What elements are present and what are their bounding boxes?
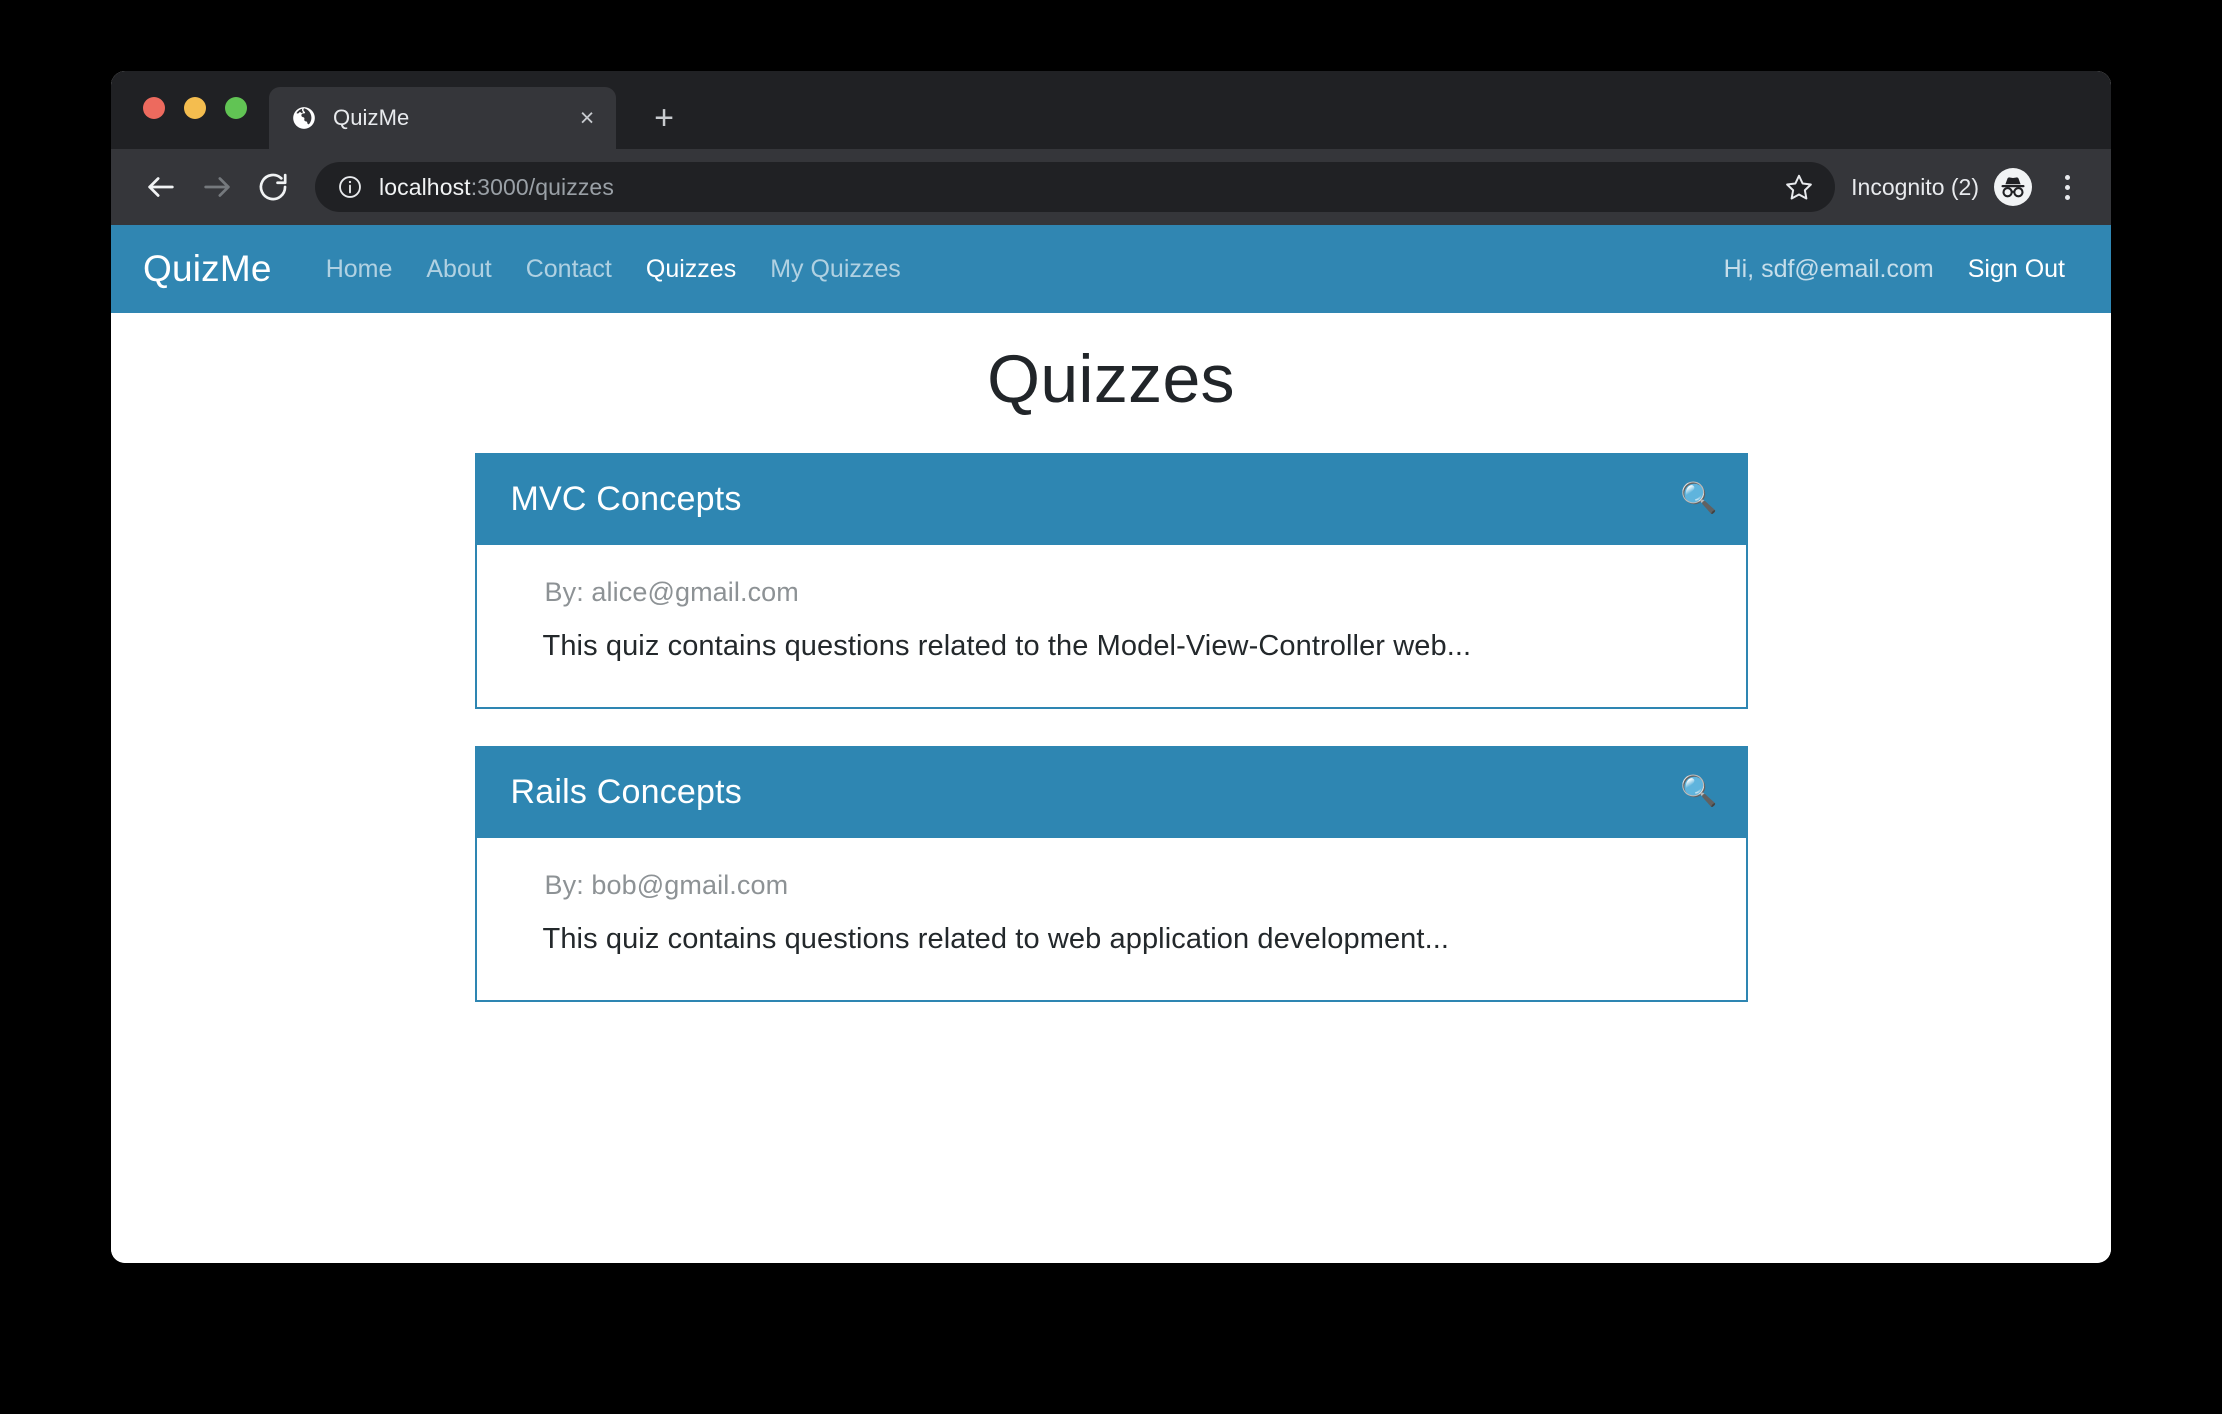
forward-button[interactable] xyxy=(189,159,245,215)
quiz-title: MVC Concepts xyxy=(510,479,742,518)
page-title: Quizzes xyxy=(987,341,1235,417)
quiz-card-body: By: alice@gmail.com This quiz contains q… xyxy=(477,545,1746,707)
back-arrow-icon xyxy=(148,177,174,197)
page-viewport: QuizMe Home About Contact Quizzes My Qui… xyxy=(111,225,2111,1263)
url-host: localhost xyxy=(379,173,471,200)
reload-icon xyxy=(259,173,287,201)
window-traffic-lights xyxy=(143,97,247,119)
quiz-card[interactable]: Rails Concepts 🔍 By: bob@gmail.com This … xyxy=(474,746,1748,1002)
profile-label[interactable]: Incognito (2) xyxy=(1851,174,1979,201)
brand-logo[interactable]: QuizMe xyxy=(143,248,272,290)
browser-menu-button[interactable] xyxy=(2045,165,2089,209)
browser-window: QuizMe × + localhost:3000/quizzes Incogn… xyxy=(111,71,2111,1263)
quiz-author: By: alice@gmail.com xyxy=(544,577,799,607)
nav-link-contact[interactable]: Contact xyxy=(509,255,629,284)
quiz-description: This quiz contains questions related to … xyxy=(542,630,1472,662)
reload-button[interactable] xyxy=(245,159,301,215)
browser-tab-title: QuizMe xyxy=(333,105,410,130)
nav-link-my-quizzes[interactable]: My Quizzes xyxy=(753,255,918,284)
address-bar[interactable]: localhost:3000/quizzes xyxy=(315,162,1836,212)
sign-out-link[interactable]: Sign Out xyxy=(1951,255,2077,284)
bookmark-button[interactable] xyxy=(1779,167,1819,207)
nav-link-home[interactable]: Home xyxy=(309,255,410,284)
close-tab-button[interactable]: × xyxy=(572,103,602,133)
close-window-button[interactable] xyxy=(143,97,165,119)
browser-toolbar: localhost:3000/quizzes Incognito (2) xyxy=(111,149,2111,225)
nav-links: Home About Contact Quizzes My Quizzes xyxy=(309,255,918,284)
minimize-window-button[interactable] xyxy=(184,97,206,119)
browser-tab[interactable]: QuizMe × xyxy=(269,87,616,149)
quiz-title: Rails Concepts xyxy=(510,772,742,811)
maximize-window-button[interactable] xyxy=(225,97,247,119)
url-path: :3000/quizzes xyxy=(470,173,614,200)
info-circle-icon[interactable] xyxy=(337,174,363,200)
user-greeting: Hi, sdf@email.com xyxy=(1723,254,1934,283)
new-tab-button[interactable]: + xyxy=(641,95,687,141)
globe-icon xyxy=(293,107,315,129)
quiz-card-header[interactable]: Rails Concepts 🔍 xyxy=(474,746,1748,838)
quiz-description: This quiz contains questions related to … xyxy=(542,923,1450,955)
incognito-icon[interactable] xyxy=(1993,167,2033,207)
address-bar-url[interactable]: localhost:3000/quizzes xyxy=(379,174,1779,201)
quiz-card-header[interactable]: MVC Concepts 🔍 xyxy=(474,453,1748,545)
quiz-card[interactable]: MVC Concepts 🔍 By: alice@gmail.com This … xyxy=(474,453,1748,709)
quiz-author: By: bob@gmail.com xyxy=(544,870,789,900)
back-button[interactable] xyxy=(133,159,189,215)
quiz-card-body: By: bob@gmail.com This quiz contains que… xyxy=(477,838,1746,1000)
magnifying-glass-icon[interactable]: 🔍 xyxy=(1680,777,1723,807)
quiz-card-list: MVC Concepts 🔍 By: alice@gmail.com This … xyxy=(474,453,1748,1002)
three-dot-menu-icon xyxy=(2064,174,2070,180)
nav-right-group: Hi, sdf@email.com Sign Out xyxy=(1707,255,2077,284)
nav-link-about[interactable]: About xyxy=(409,255,508,284)
app-navbar: QuizMe Home About Contact Quizzes My Qui… xyxy=(111,225,2111,313)
magnifying-glass-icon[interactable]: 🔍 xyxy=(1680,484,1723,514)
forward-arrow-icon xyxy=(204,177,230,197)
browser-tab-strip: QuizMe × + xyxy=(111,71,2111,149)
nav-link-quizzes[interactable]: Quizzes xyxy=(629,255,753,284)
star-icon xyxy=(1786,174,1813,200)
